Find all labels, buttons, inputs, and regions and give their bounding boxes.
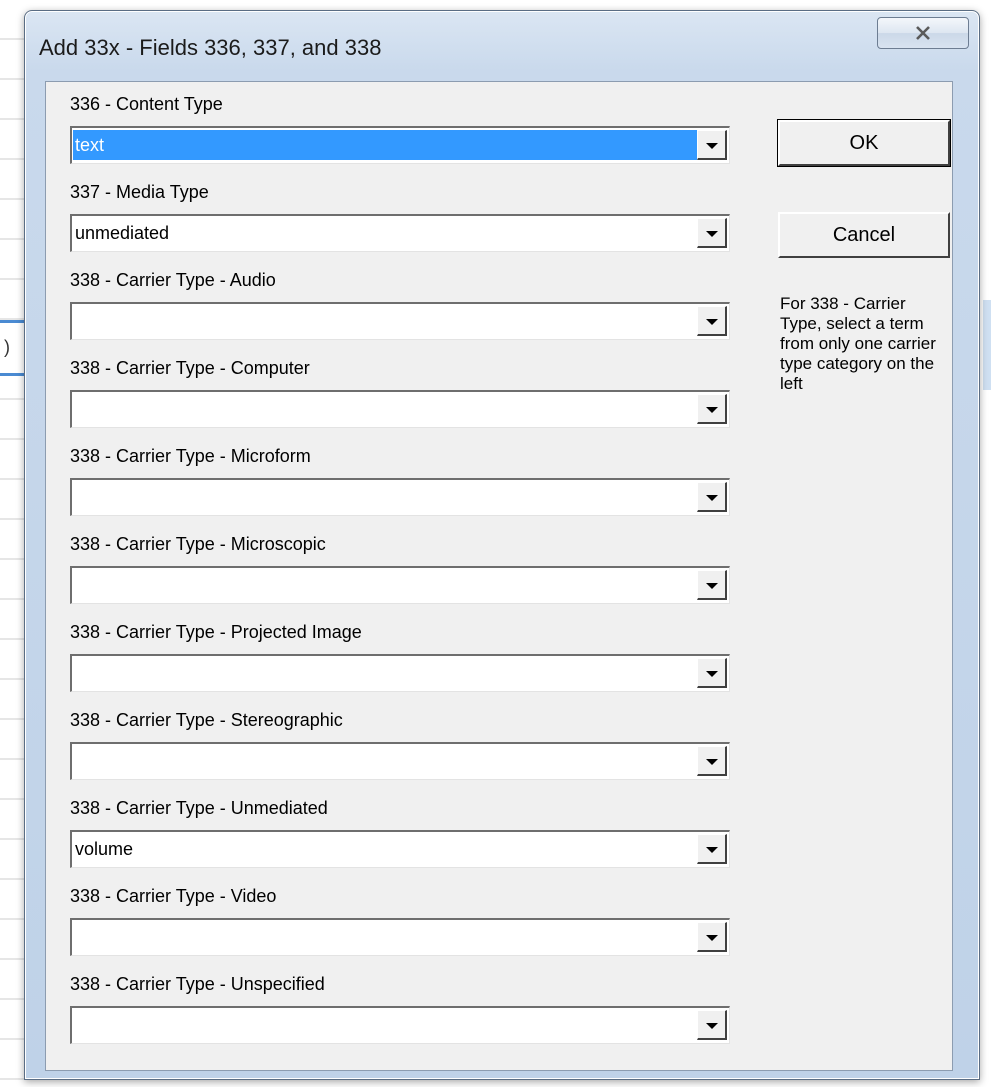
dropdown-button[interactable] (697, 306, 727, 336)
content-type-value: text (73, 130, 697, 160)
dropdown-button[interactable] (697, 218, 727, 248)
carrier-video-value (73, 922, 75, 952)
chevron-down-icon (705, 319, 718, 325)
dropdown-button[interactable] (697, 482, 727, 512)
carrier-stereographic-label: 338 - Carrier Type - Stereographic (70, 710, 343, 730)
carrier-unmediated-label: 338 - Carrier Type - Unmediated (70, 798, 328, 818)
carrier-unmediated-select[interactable]: volume (70, 830, 730, 868)
chevron-down-icon (705, 495, 718, 501)
carrier-projected-label: 338 - Carrier Type - Projected Image (70, 622, 362, 642)
carrier-microform-label: 338 - Carrier Type - Microform (70, 446, 311, 466)
chevron-down-icon (705, 847, 718, 853)
carrier-computer-label: 338 - Carrier Type - Computer (70, 358, 310, 378)
media-type-label: 337 - Media Type (70, 182, 209, 202)
chevron-down-icon (705, 1023, 718, 1029)
chevron-down-icon (705, 759, 718, 765)
carrier-audio-select[interactable] (70, 302, 730, 340)
dialog-body: 336 - Content Type text 337 - Media Type… (45, 81, 953, 1071)
carrier-video-label: 338 - Carrier Type - Video (70, 886, 277, 906)
carrier-audio-value (73, 306, 75, 336)
media-type-select[interactable]: unmediated (70, 214, 730, 252)
carrier-microform-select[interactable] (70, 478, 730, 516)
background-edge (983, 300, 991, 390)
chevron-down-icon (705, 583, 718, 589)
carrier-unspecified-select[interactable] (70, 1006, 730, 1044)
carrier-microscopic-select[interactable] (70, 566, 730, 604)
title-bar: Add 33x - Fields 336, 337, and 338 (25, 11, 979, 81)
carrier-microscopic-value (73, 570, 75, 600)
dropdown-button[interactable] (697, 570, 727, 600)
chevron-down-icon (705, 407, 718, 413)
carrier-projected-select[interactable] (70, 654, 730, 692)
carrier-unspecified-label: 338 - Carrier Type - Unspecified (70, 974, 325, 994)
carrier-projected-value (73, 658, 75, 688)
carrier-unmediated-value: volume (75, 839, 134, 859)
carrier-type-note: For 338 - Carrier Type, select a term fr… (780, 294, 936, 393)
chevron-down-icon (705, 671, 718, 677)
content-type-label: 336 - Content Type (70, 94, 223, 114)
carrier-stereographic-value (73, 746, 75, 776)
chevron-down-icon (705, 143, 718, 149)
carrier-computer-value (73, 394, 75, 424)
carrier-video-select[interactable] (70, 918, 730, 956)
ok-button[interactable]: OK (777, 119, 951, 167)
dropdown-button[interactable] (697, 1010, 727, 1040)
dropdown-button[interactable] (697, 834, 727, 864)
carrier-unspecified-value (73, 1010, 75, 1040)
dropdown-button[interactable] (697, 394, 727, 424)
carrier-audio-label: 338 - Carrier Type - Audio (70, 270, 276, 290)
carrier-computer-select[interactable] (70, 390, 730, 428)
chevron-down-icon (705, 935, 718, 941)
dropdown-button[interactable] (697, 658, 727, 688)
close-button[interactable] (877, 17, 969, 49)
dropdown-button[interactable] (697, 922, 727, 952)
chevron-down-icon (705, 231, 718, 237)
content-type-select[interactable]: text (70, 126, 730, 164)
dropdown-button[interactable] (697, 130, 727, 160)
carrier-microscopic-label: 338 - Carrier Type - Microscopic (70, 534, 326, 554)
cancel-button[interactable]: Cancel (778, 212, 950, 258)
background-window (0, 0, 26, 1087)
dialog-window: Add 33x - Fields 336, 337, and 338 336 -… (24, 10, 980, 1080)
dialog-title: Add 33x - Fields 336, 337, and 338 (39, 35, 382, 60)
carrier-microform-value (73, 482, 75, 512)
dropdown-button[interactable] (697, 746, 727, 776)
close-icon (916, 26, 930, 40)
media-type-value: unmediated (75, 223, 170, 243)
carrier-stereographic-select[interactable] (70, 742, 730, 780)
